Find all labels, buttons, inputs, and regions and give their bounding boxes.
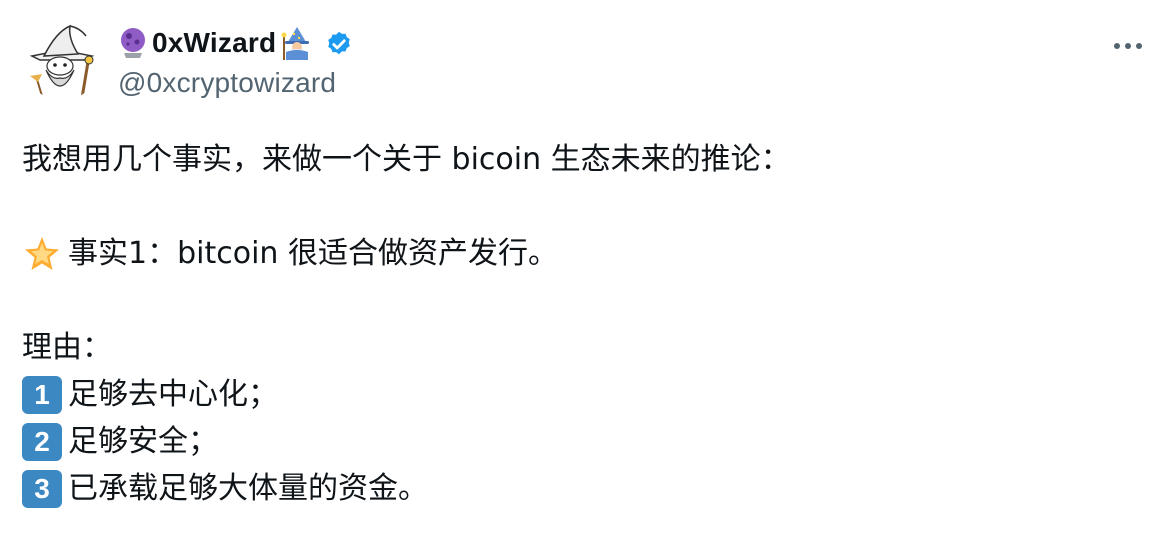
more-horizontal-icon <box>1114 43 1142 49</box>
intro-line: 我想用几个事实，来做一个关于 bicoin 生态未来的推论： <box>22 142 791 177</box>
reason-item-3: 3 已承载足够大体量的资金。 <box>22 465 791 512</box>
more-options-button[interactable] <box>1110 28 1146 64</box>
wizard-avatar-icon <box>22 20 102 100</box>
keycap-3-icon: 3 <box>22 469 62 508</box>
fact-1-line: 事实1：bitcoin 很适合做资产发行。 <box>22 230 791 277</box>
author-names: 0xWizard @0xcryptowizard <box>118 21 354 99</box>
verified-badge-icon[interactable] <box>324 28 354 58</box>
glowing-star-icon <box>22 234 62 274</box>
reason-item-2: 2 足够安全； <box>22 418 791 465</box>
avatar[interactable] <box>22 20 102 100</box>
reason-text: 已承载足够大体量的资金。 <box>68 471 428 506</box>
tweet-header: 0xWizard @0xcryptowizard <box>22 20 354 100</box>
crystal-ball-icon <box>118 27 148 59</box>
author-handle[interactable]: @0xcryptowizard <box>118 67 354 99</box>
wizard-icon <box>280 26 314 60</box>
display-name-row[interactable]: 0xWizard <box>118 21 354 65</box>
keycap-1-icon: 1 <box>22 375 62 414</box>
reason-heading: 理由： <box>22 330 112 365</box>
reason-text: 足够安全； <box>68 424 218 459</box>
keycap-2-icon: 2 <box>22 422 62 461</box>
tweet-text: 我想用几个事实，来做一个关于 bicoin 生态未来的推论： 事实1：bitco… <box>22 136 791 512</box>
fact-1-text: 事实1：bitcoin 很适合做资产发行。 <box>68 236 558 271</box>
display-name: 0xWizard <box>152 27 277 58</box>
reason-item-1: 1 足够去中心化； <box>22 371 791 418</box>
reason-text: 足够去中心化； <box>68 377 278 412</box>
tweet-card: 0xWizard @0xcryptowizard 我想用几个事实，来做一个关于 … <box>0 0 1166 546</box>
